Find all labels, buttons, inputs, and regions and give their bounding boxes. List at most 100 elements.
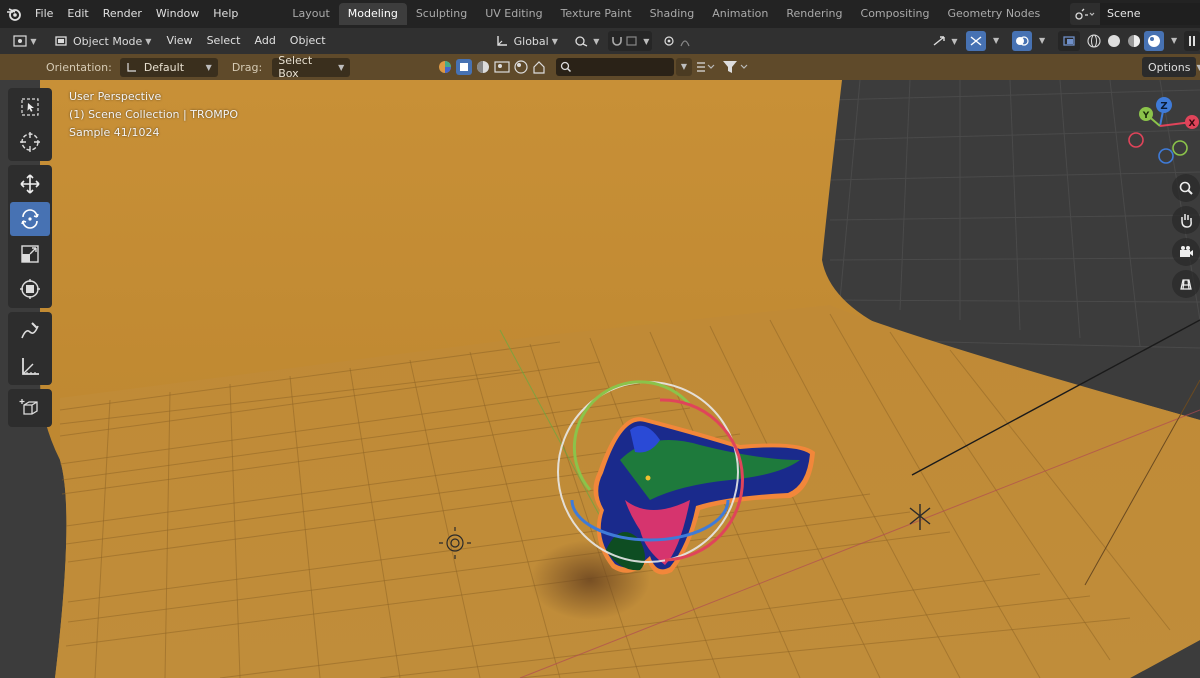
drag-label-text: Drag: (231, 60, 263, 74)
shading-material-button[interactable] (1124, 31, 1144, 51)
material-icon[interactable] (514, 60, 528, 74)
move-arrows-icon (20, 174, 40, 194)
hand-icon (1181, 214, 1192, 228)
annotate-tool[interactable] (10, 314, 50, 348)
solid-sphere-icon (1108, 35, 1120, 47)
tab-layout[interactable]: Layout (283, 3, 338, 25)
select-box-icon (21, 98, 39, 116)
overlays-dropdown-chevron-icon[interactable]: ▼ (1039, 36, 1045, 45)
select-object-button[interactable] (456, 59, 472, 75)
scene-name-field[interactable]: Scene (1100, 3, 1200, 25)
wireframe-sphere-icon (1087, 34, 1101, 48)
gizmo-arrows-icon (933, 36, 946, 46)
menu-file[interactable]: File (28, 0, 60, 28)
grid-perspective-icon (1180, 279, 1192, 290)
drag-chevron-icon: ▼ (338, 62, 345, 72)
shading-rendered-button[interactable] (1144, 31, 1164, 51)
menu-select[interactable]: Select (200, 27, 248, 55)
transform-tool[interactable] (10, 272, 50, 306)
image-icon[interactable] (494, 60, 510, 74)
perspective-toggle-button[interactable] (1172, 270, 1200, 298)
object-mode-icon (55, 36, 67, 46)
house-icon[interactable] (532, 60, 546, 74)
show-gizmo-button[interactable] (966, 31, 986, 51)
neg-x-axis-icon[interactable] (1128, 132, 1144, 148)
tab-geometry-nodes[interactable]: Geometry Nodes (938, 3, 1049, 25)
neg-y-axis-icon[interactable] (1172, 140, 1188, 156)
shading-wireframe-button[interactable] (1084, 31, 1104, 51)
measure-tool[interactable] (10, 349, 50, 383)
y-axis-label: Y (1142, 111, 1150, 121)
shading-solid-button[interactable] (1104, 31, 1124, 51)
object-mode-label: Object Mode (73, 34, 143, 48)
render-sample-text: Sample 41/1024 (69, 126, 160, 139)
search-input[interactable] (556, 58, 674, 76)
xray-toggle[interactable] (1058, 31, 1080, 51)
menu-object[interactable]: Object (283, 27, 333, 55)
menu-edit[interactable]: Edit (60, 0, 95, 28)
shading-dropdown-chevron-icon[interactable]: ▼ (1171, 36, 1177, 45)
options-label: Options (1148, 60, 1191, 74)
scene-icon[interactable] (1070, 3, 1100, 25)
tool-group-transform (8, 165, 52, 308)
viewport-scene[interactable] (0, 80, 1200, 678)
scale-tool[interactable] (10, 237, 50, 271)
menu-view[interactable]: View (159, 27, 199, 55)
rendered-sphere-icon (1148, 35, 1160, 47)
tab-modeling[interactable]: Modeling (338, 3, 407, 25)
object-mode-dropdown[interactable]: Object Mode ▼ (50, 31, 155, 51)
menu-window[interactable]: Window (149, 0, 206, 28)
drag-value: Select Box (278, 54, 313, 80)
tool-settings-bar: Orientation: Default ▼ Drag: Select Box … (0, 54, 1200, 80)
3d-viewport[interactable]: User Perspective (1) Scene Collection | … (0, 80, 1200, 678)
search-options-button[interactable]: ▼ (676, 58, 692, 76)
options-dropdown[interactable]: Options ▼ (1142, 57, 1200, 77)
xray-icon (1063, 36, 1075, 46)
drag-dropdown[interactable]: Select Box ▼ (272, 54, 351, 80)
viewport-gizmo-toggle[interactable]: ▼ (930, 31, 960, 51)
pivot-point-button[interactable]: ▼ (570, 31, 604, 51)
sort-list-icon[interactable] (696, 60, 718, 74)
editor-type-button[interactable]: ▼ (10, 31, 40, 51)
menu-add[interactable]: Add (248, 27, 283, 55)
tab-rendering[interactable]: Rendering (777, 3, 851, 25)
blender-logo-icon[interactable] (0, 0, 28, 28)
proportional-edit-button[interactable] (660, 31, 700, 51)
neg-z-axis-icon[interactable] (1158, 148, 1174, 164)
snap-toggle[interactable]: ▼ (607, 31, 652, 51)
tab-animation[interactable]: Animation (703, 3, 777, 25)
orientation-default-icon (127, 63, 136, 72)
move-tool[interactable] (10, 167, 50, 201)
select-box-tool[interactable] (10, 90, 50, 124)
tab-texture-paint[interactable]: Texture Paint (552, 3, 641, 25)
pause-render-button[interactable] (1184, 31, 1200, 51)
sphere-icon[interactable] (476, 60, 490, 74)
gizmo-dropdown-chevron-icon[interactable]: ▼ (993, 36, 999, 45)
cursor-tool[interactable] (10, 125, 50, 159)
tab-sculpting[interactable]: Sculpting (407, 3, 476, 25)
options-chevron-icon: ▼ (1196, 62, 1200, 72)
top-menu-bar: File Edit Render Window Help Layout Mode… (0, 0, 1200, 28)
camera-view-button[interactable] (1172, 238, 1200, 266)
navigation-gizmo[interactable]: Z Y X (1118, 92, 1200, 172)
search-icon (560, 61, 572, 73)
tab-shading[interactable]: Shading (641, 3, 704, 25)
orientation-dropdown[interactable]: Default ▼ (119, 57, 218, 77)
rotate-tool[interactable] (10, 202, 50, 236)
material-sphere-icon (1128, 35, 1140, 47)
scene-selector[interactable]: Scene (1070, 3, 1200, 25)
tab-compositing[interactable]: Compositing (852, 3, 939, 25)
collection-object-text: (1) Scene Collection | TROMPO (69, 108, 239, 121)
orientation-label-text: Orientation: (46, 60, 112, 74)
add-cube-tool[interactable] (10, 391, 50, 425)
color-wheel-icon[interactable] (438, 60, 452, 74)
filter-funnel-icon[interactable] (722, 60, 750, 74)
menu-render[interactable]: Render (96, 0, 149, 28)
orientation-chevron-icon: ▼ (205, 62, 212, 72)
pan-button[interactable] (1172, 206, 1200, 234)
show-overlays-button[interactable] (1012, 31, 1032, 51)
tab-uv-editing[interactable]: UV Editing (476, 3, 551, 25)
transform-orientation-dropdown[interactable]: Global ▼ (491, 31, 562, 51)
menu-help[interactable]: Help (206, 0, 245, 28)
zoom-button[interactable] (1172, 174, 1200, 202)
